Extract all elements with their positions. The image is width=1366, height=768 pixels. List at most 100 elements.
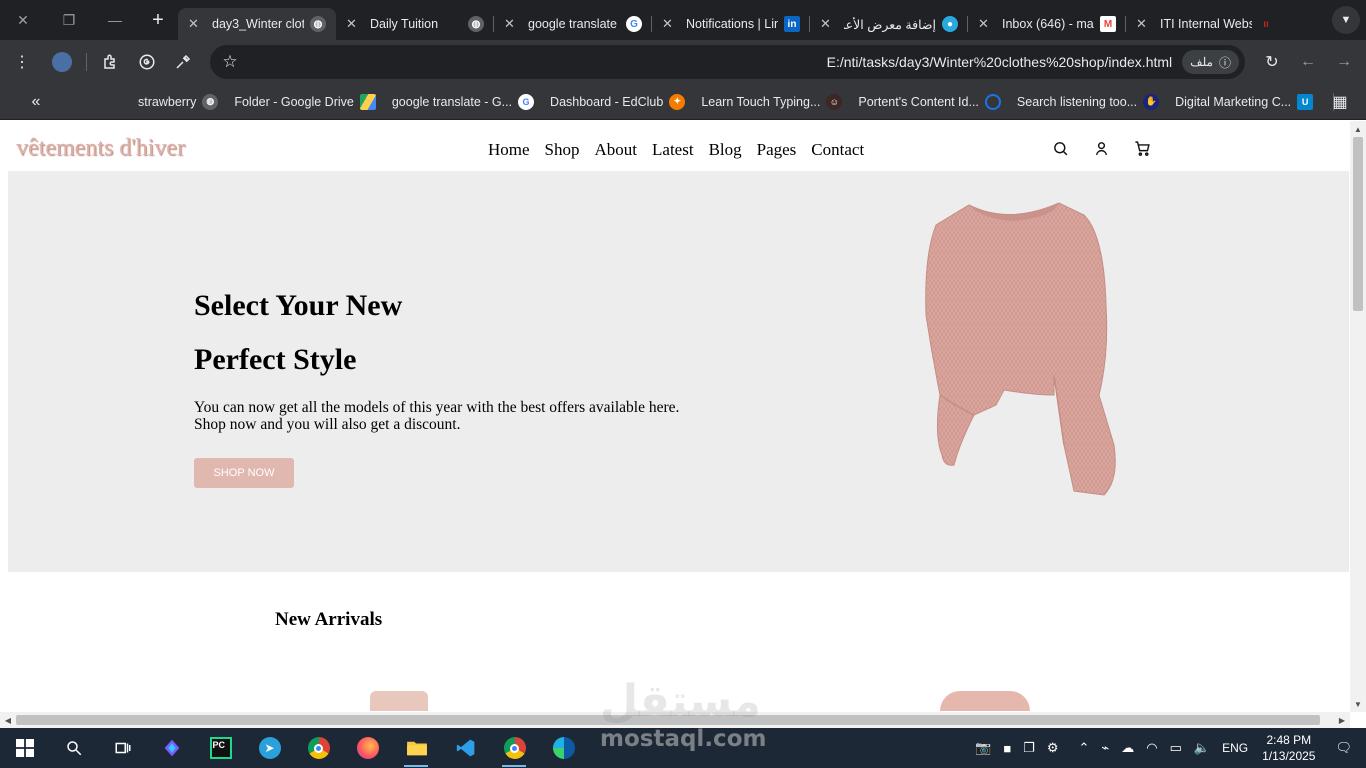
- start-windows-icon[interactable]: [0, 728, 49, 768]
- bookmark-google-translate[interactable]: google translate - G... G: [392, 93, 535, 110]
- bookmark-label: Learn Touch Typing...: [701, 94, 821, 109]
- bookmark-portent[interactable]: Portent's Content Id...: [858, 93, 1001, 110]
- task-view-icon[interactable]: [98, 728, 147, 768]
- mostaql-icon: ●: [942, 16, 958, 32]
- onedrive-cloud-icon[interactable]: ☁: [1121, 740, 1134, 756]
- close-tab-icon[interactable]: ✕: [346, 16, 364, 32]
- shop-now-button[interactable]: SHOP NOW: [194, 458, 294, 488]
- nav-blog[interactable]: Blog: [709, 140, 742, 160]
- window-icon[interactable]: ❐: [1023, 740, 1035, 756]
- settings-gear-icon[interactable]: ⚙: [1047, 740, 1059, 756]
- nav-home[interactable]: Home: [488, 140, 530, 160]
- tab-google-translate[interactable]: ✕ google translate G: [494, 8, 652, 40]
- hero-section: Select Your New Perfect Style You can no…: [8, 171, 1349, 572]
- bookmark-star-icon[interactable]: ☆: [210, 52, 250, 72]
- tab-gmail[interactable]: ✕ Inbox (646) - mail M: [968, 8, 1126, 40]
- tab-mostaql[interactable]: ✕ إضافة معرض الأعمال ●: [810, 8, 968, 40]
- site-info-chip[interactable]: ملف ⓘ: [1182, 50, 1239, 74]
- close-window-icon[interactable]: ✕: [0, 0, 46, 40]
- search-icon[interactable]: [49, 728, 98, 768]
- address-bar[interactable]: ☆ E:/nti/tasks/day3/Winter%20clothes%20s…: [210, 45, 1245, 79]
- vertical-scroll-thumb[interactable]: [1353, 137, 1363, 311]
- new-tab-button[interactable]: +: [138, 0, 178, 40]
- site-logo[interactable]: vêtements d'hiver: [16, 135, 185, 162]
- address-url[interactable]: E:/nti/tasks/day3/Winter%20clothes%20sho…: [250, 54, 1182, 70]
- scroll-right-arrow-icon[interactable]: ▶: [1334, 712, 1350, 728]
- bookmark-strawberry[interactable]: strawberry ◍: [138, 93, 219, 110]
- minimize-window-icon[interactable]: —: [92, 0, 138, 40]
- edge-icon[interactable]: [539, 728, 588, 768]
- tab-linkedin[interactable]: ✕ Notifications | LinkedIn in: [652, 8, 810, 40]
- hero-description: You can now get all the models of this y…: [194, 399, 680, 433]
- vscode-icon[interactable]: [441, 728, 490, 768]
- wifi-icon[interactable]: ◠: [1146, 740, 1157, 756]
- windows-taskbar: PC ➤ mostaql.com 📷 ■ ❐ ⚙ ⌃ ⌁ ☁ ◠ ▭ 🔈 ENG…: [0, 726, 1366, 768]
- bookmark-typing[interactable]: Learn Touch Typing... ☺: [701, 93, 843, 110]
- bookmark-search-listening[interactable]: Search listening too... ✋: [1017, 93, 1160, 110]
- camera-icon[interactable]: 📷: [975, 740, 991, 756]
- reload-icon[interactable]: ↻: [1254, 44, 1290, 80]
- site-info-label: ملف: [1190, 55, 1213, 69]
- clock[interactable]: 2:48 PM 1/13/2025: [1262, 732, 1315, 764]
- extensions-puzzle-icon[interactable]: [93, 44, 129, 80]
- nav-latest[interactable]: Latest: [652, 140, 694, 160]
- chrome-profile-icon[interactable]: [490, 728, 539, 768]
- eyedropper-icon[interactable]: [165, 44, 201, 80]
- nav-contact[interactable]: Contact: [811, 140, 864, 160]
- volume-icon[interactable]: 🔈: [1194, 740, 1210, 756]
- network-off-icon[interactable]: ⌁: [1101, 740, 1109, 756]
- profile-avatar[interactable]: [44, 44, 80, 80]
- menu-kebab-icon[interactable]: ⋮: [4, 44, 40, 80]
- restore-window-icon[interactable]: ❐: [46, 0, 92, 40]
- close-tab-icon[interactable]: ✕: [188, 16, 206, 32]
- watermark-latin: mostaql.com: [600, 726, 767, 752]
- battery-icon[interactable]: ▭: [1170, 740, 1182, 756]
- video-icon[interactable]: ■: [1003, 741, 1011, 756]
- page-viewport: vêtements d'hiver Home Shop About Latest…: [0, 121, 1366, 728]
- close-tab-icon[interactable]: ✕: [1136, 16, 1154, 32]
- bookmark-digital-marketing[interactable]: Digital Marketing C... U: [1175, 93, 1314, 110]
- nav-shop[interactable]: Shop: [545, 140, 580, 160]
- google-icon: G: [518, 93, 535, 110]
- tab-iti[interactable]: ✕ ITI Internal Website ıı: [1126, 8, 1284, 40]
- close-tab-icon[interactable]: ✕: [662, 16, 680, 32]
- close-tab-icon[interactable]: ✕: [820, 16, 838, 32]
- bookmark-google-drive[interactable]: Folder - Google Drive: [234, 93, 376, 110]
- product-image-3[interactable]: [940, 691, 1030, 711]
- tab-bar: ✕ ❐ — + ✕ day3_Winter clothes shop ◍ ✕ D…: [0, 0, 1366, 40]
- scroll-left-arrow-icon[interactable]: ◀: [0, 712, 16, 728]
- back-arrow-icon[interactable]: ←: [1290, 44, 1326, 80]
- language-indicator[interactable]: ENG: [1222, 741, 1248, 755]
- header-icons: [1052, 140, 1151, 157]
- telegram-icon[interactable]: ➤: [245, 728, 294, 768]
- all-bookmarks-grid-icon[interactable]: ▦: [1322, 84, 1358, 120]
- scroll-up-arrow-icon[interactable]: ▲: [1350, 121, 1366, 137]
- forward-arrow-icon[interactable]: →: [1326, 44, 1362, 80]
- search-icon[interactable]: [1052, 140, 1069, 157]
- edclub-icon: ✦: [669, 93, 686, 110]
- cart-icon[interactable]: [1134, 140, 1151, 157]
- tab-search-chevron-icon[interactable]: ▼: [1332, 6, 1360, 34]
- vertical-scrollbar[interactable]: ▲ ▼: [1350, 121, 1366, 712]
- nav-about[interactable]: About: [595, 140, 638, 160]
- grammarly-icon[interactable]: [129, 44, 165, 80]
- product-image-1[interactable]: [370, 691, 428, 711]
- close-tab-icon[interactable]: ✕: [978, 16, 996, 32]
- notifications-icon[interactable]: 🗨: [1335, 740, 1352, 756]
- scroll-down-arrow-icon[interactable]: ▼: [1350, 696, 1366, 712]
- collapse-chevrons-icon[interactable]: «: [18, 84, 54, 120]
- chrome-icon[interactable]: [294, 728, 343, 768]
- bookmark-label: Portent's Content Id...: [858, 94, 979, 109]
- show-hidden-icons-chevron-icon[interactable]: ⌃: [1079, 740, 1090, 756]
- pycharm-icon[interactable]: PC: [196, 728, 245, 768]
- tab-day3[interactable]: ✕ day3_Winter clothes shop ◍: [178, 8, 336, 40]
- user-icon[interactable]: [1093, 140, 1110, 157]
- nav-pages[interactable]: Pages: [757, 140, 797, 160]
- close-tab-icon[interactable]: ✕: [504, 16, 522, 32]
- tab-daily-tuition[interactable]: ✕ Daily Tuition ◍: [336, 8, 494, 40]
- firefox-icon[interactable]: [343, 728, 392, 768]
- file-explorer-icon[interactable]: [392, 728, 441, 768]
- copilot-icon[interactable]: [147, 728, 196, 768]
- bookmark-edclub[interactable]: Dashboard - EdClub ✦: [550, 93, 686, 110]
- globe-icon: ◍: [468, 16, 484, 32]
